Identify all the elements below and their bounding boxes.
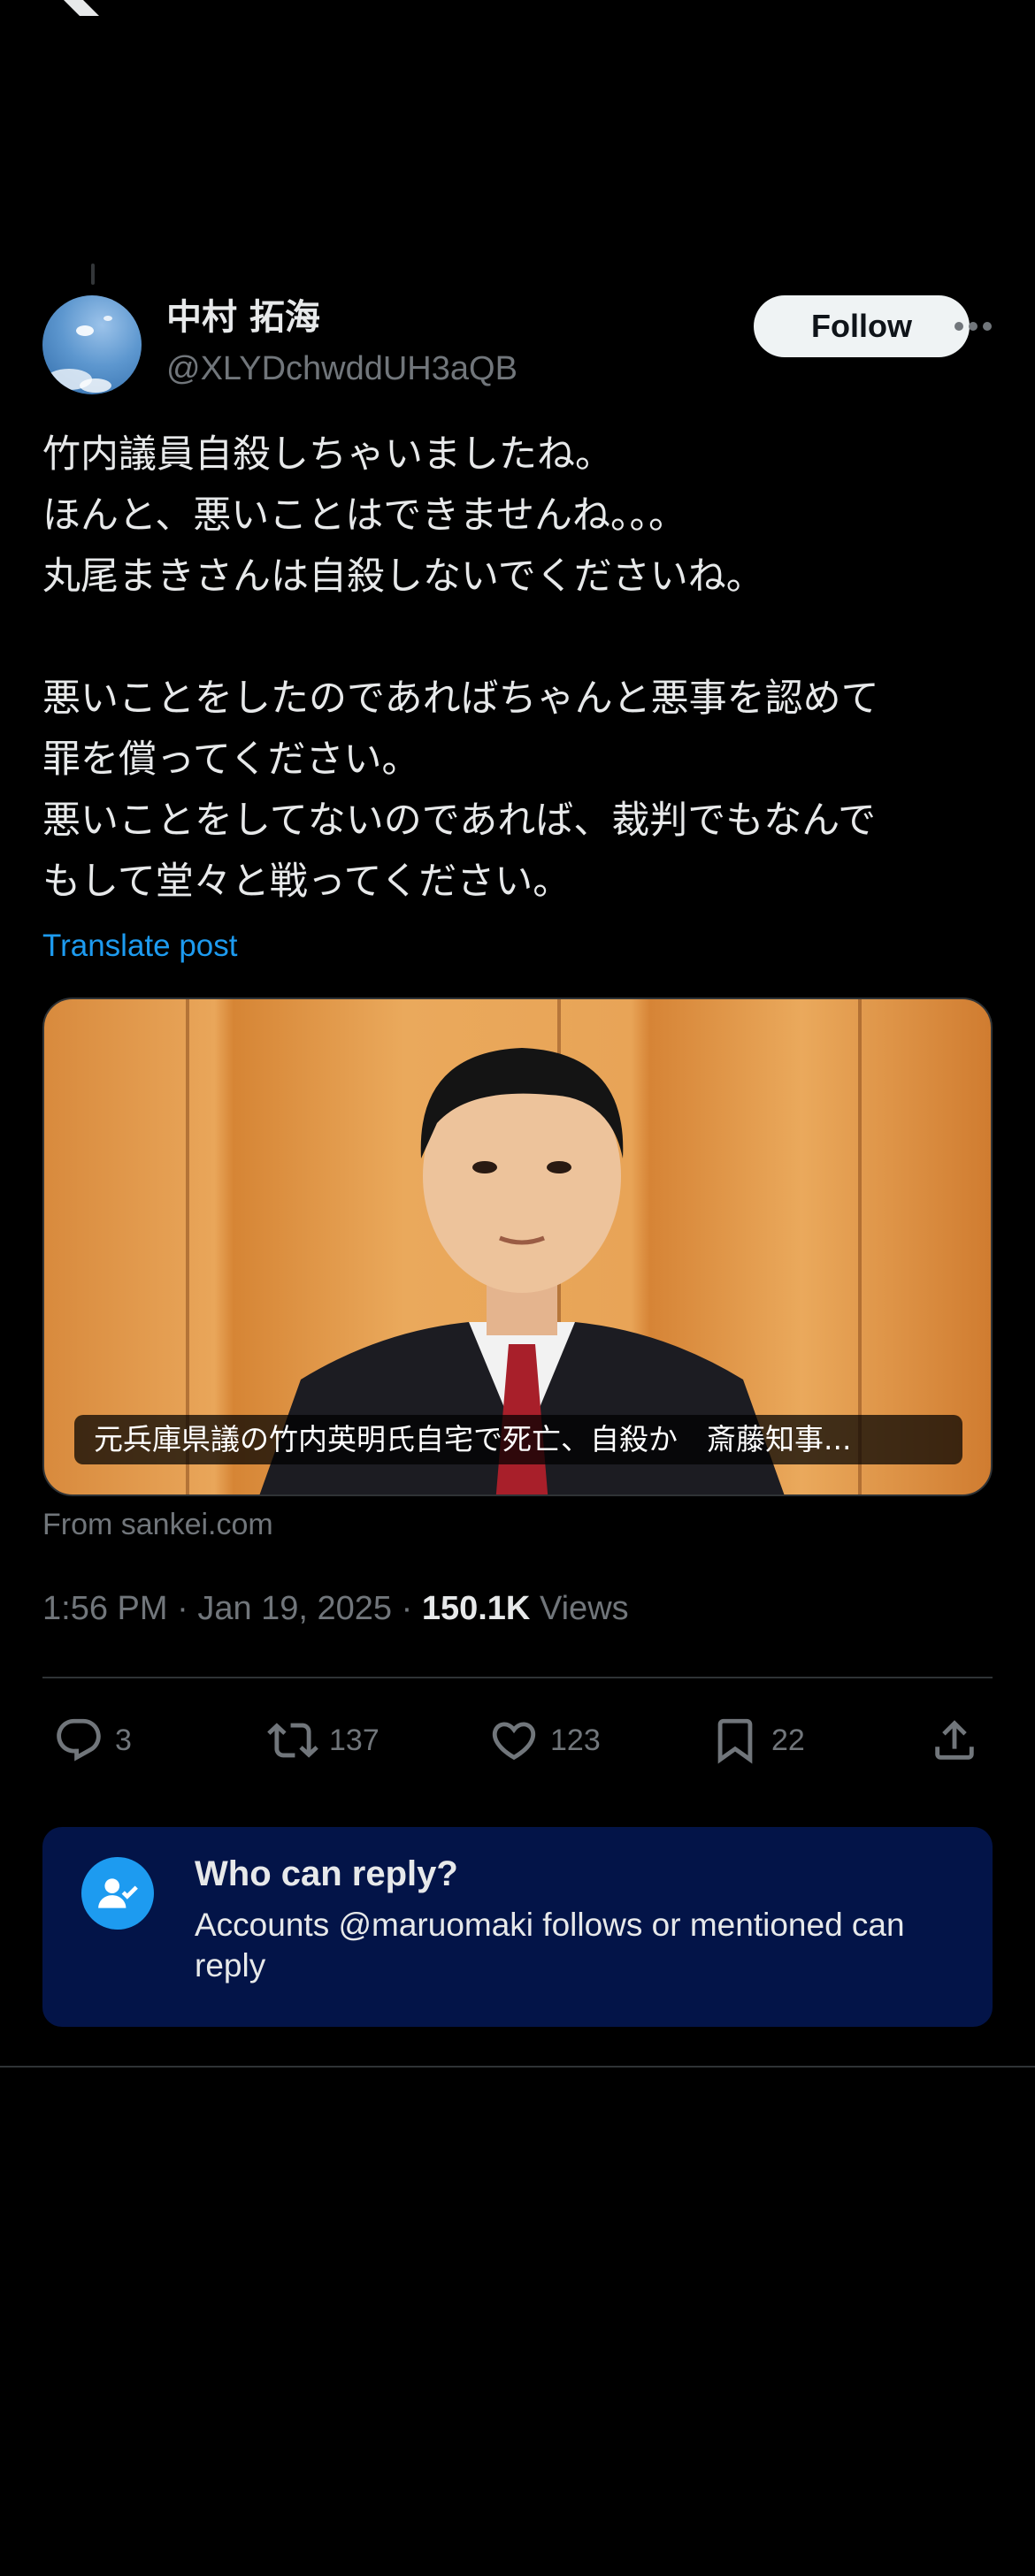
tweet-actions: 3 137 123 22 <box>42 1707 993 1774</box>
repost-button[interactable]: 137 <box>267 1707 380 1774</box>
bookmark-icon <box>717 1718 753 1764</box>
author-display-name[interactable]: 中村 拓海 <box>166 292 320 343</box>
who-can-reply-title: Who can reply? <box>195 1854 458 1893</box>
repost-count: 137 <box>329 1723 380 1757</box>
avatar[interactable] <box>42 295 142 394</box>
heart-icon <box>492 1722 536 1761</box>
thread-line <box>91 264 95 285</box>
card-source[interactable]: From sankei.com <box>42 1502 273 1548</box>
divider <box>0 2066 1035 2068</box>
link-card[interactable]: 元兵庫県議の竹内英明氏自宅で死亡、自殺か 斎藤知事... <box>42 998 993 1496</box>
reply-icon <box>57 1718 101 1762</box>
share-button[interactable] <box>929 1707 980 1774</box>
like-button[interactable]: 123 <box>488 1707 601 1774</box>
who-can-reply-description: Accounts @maruomaki follows or mentioned… <box>195 1907 905 1984</box>
repost-icon <box>267 1723 318 1758</box>
meta-separator: · <box>177 1590 198 1627</box>
tweet-header: 中村 拓海 @XLYDchwddUH3aQB Follow <box>42 292 991 398</box>
share-icon <box>935 1720 974 1760</box>
reply-count: 3 <box>115 1723 132 1757</box>
who-can-reply-box: Who can reply? Accounts @maruomaki follo… <box>42 1827 993 2027</box>
tweet-text: 竹内議員自殺しちゃいましたね。 ほんと、悪いことはできませんね。。。 丸尾まきさ… <box>42 432 879 904</box>
tweet-date[interactable]: Jan 19, 2025 <box>197 1590 392 1627</box>
reply-button[interactable]: 3 <box>53 1707 132 1774</box>
x-logo-icon[interactable] <box>44 0 103 16</box>
more-options-icon[interactable] <box>947 295 1000 357</box>
card-caption: 元兵庫県議の竹内英明氏自宅で死亡、自殺か 斎藤知事... <box>74 1415 962 1464</box>
like-count: 123 <box>550 1723 601 1757</box>
reply-permission-icon <box>81 1857 154 1930</box>
views-label: Views <box>539 1590 629 1627</box>
author-handle[interactable]: @XLYDchwddUH3aQB <box>166 345 518 393</box>
bookmark-button[interactable]: 22 <box>709 1707 805 1774</box>
translate-link[interactable]: Translate post <box>42 921 237 971</box>
follow-button[interactable]: Follow <box>754 295 970 357</box>
tweet-time[interactable]: 1:56 PM <box>42 1590 168 1627</box>
divider <box>42 1677 993 1678</box>
tweet-meta: 1:56 PM · Jan 19, 2025 · 150.1K Views <box>42 1583 629 1634</box>
bookmark-count: 22 <box>771 1723 805 1757</box>
meta-separator: · <box>401 1590 422 1627</box>
views-count: 150.1K <box>421 1590 531 1627</box>
